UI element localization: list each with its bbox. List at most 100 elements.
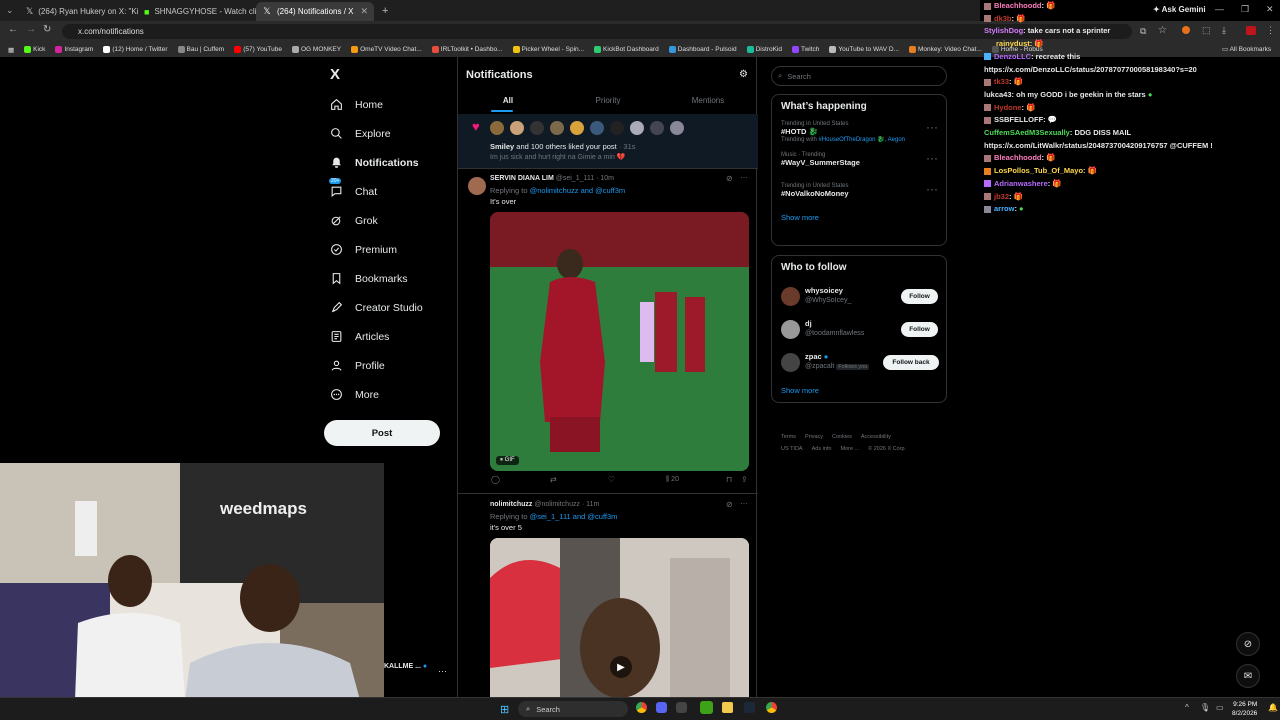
nav-notifications[interactable]: Notifications [320, 148, 457, 177]
tweet[interactable]: SERVIN DIANA LIM @sei_1_111 · 10m ⊘ ··· … [458, 169, 758, 494]
follow-suggestion[interactable]: zpac ● @zpacalt Follows you Follow back [781, 351, 941, 377]
new-tab-icon[interactable]: + [374, 5, 396, 17]
footer-link[interactable]: Terms [781, 434, 796, 440]
follow-suggestion[interactable]: whysoicey @WhySoIcey_ Follow [781, 285, 941, 311]
bookmark-item[interactable]: Kick [24, 46, 45, 53]
browser-tab-1[interactable]: 𝕏(264) Ryan Hukery on X: "Kick "✕ [20, 2, 138, 21]
bookmark-item[interactable]: Picker Wheel - Spin... [512, 46, 584, 53]
trend-item[interactable]: Trending in United States #HOTD 🐉 Trendi… [772, 118, 946, 149]
trend-extra-link[interactable]: #HouseOfTheDragon 🐉, Aegon [818, 137, 905, 143]
repost-icon[interactable]: ⇄ [550, 475, 557, 484]
file-explorer-icon[interactable] [722, 702, 733, 713]
avatar[interactable] [781, 320, 800, 339]
trend-item[interactable]: Music · Trending #WayV_SummerStage ··· [772, 149, 946, 180]
bookmark-item[interactable]: Monkey: Video Chat... [908, 46, 982, 53]
nav-profile[interactable]: Profile [320, 351, 457, 380]
trend-more-icon[interactable]: ··· [926, 120, 938, 134]
clock[interactable]: 9:26 PM 8/2/2026 [1232, 700, 1257, 718]
tab-mentions[interactable]: Mentions [658, 94, 758, 114]
nav-grok[interactable]: Grok [320, 206, 457, 235]
app-icon[interactable] [676, 702, 687, 713]
post-button[interactable]: Post [324, 420, 440, 446]
nav-more[interactable]: More [320, 380, 457, 409]
avatar[interactable] [530, 121, 544, 135]
bookmark-item[interactable]: DistroKid [746, 46, 782, 53]
nav-bookmarks[interactable]: Bookmarks [320, 264, 457, 293]
replying-to[interactable]: @nolimitchuzz and @cuff3m [530, 186, 626, 195]
more-icon[interactable]: ··· [740, 173, 748, 182]
back-icon[interactable]: ← [8, 24, 18, 35]
reload-icon[interactable]: ↻ [43, 24, 51, 35]
app-icon[interactable] [700, 701, 713, 714]
browser-tab-2[interactable]: ■SHNAGGYHOSE - Watch clips o✕ [138, 2, 256, 21]
tray-chevron-icon[interactable]: ^ [1185, 703, 1189, 712]
steam-icon[interactable] [744, 702, 755, 713]
nav-creator-studio[interactable]: Creator Studio [320, 293, 457, 322]
footer-link[interactable]: Ads info [812, 446, 832, 452]
chrome-icon[interactable] [766, 702, 777, 713]
tab-list-icon[interactable]: ⌄ [0, 5, 20, 16]
bookmark-item[interactable]: YouTube to WAV D... [829, 46, 899, 53]
tweet[interactable]: nolimitchuzz @nolimitchuzz · 11m ⊘ ··· R… [458, 495, 758, 708]
avatar[interactable] [670, 121, 684, 135]
avatar[interactable] [550, 121, 564, 135]
bookmark-item[interactable]: Twitch [791, 46, 819, 53]
grok-float-icon[interactable]: ⊘ [1236, 632, 1260, 656]
notifications-icon[interactable]: 🔔 [1268, 703, 1278, 712]
avatar[interactable] [650, 121, 664, 135]
apps-icon[interactable]: ▦ [8, 46, 14, 54]
trend-item[interactable]: Trending in United States #NoValkoNoMone… [772, 180, 946, 211]
avatar[interactable] [570, 121, 584, 135]
avatar[interactable] [490, 121, 504, 135]
reply-icon[interactable]: ◯ [491, 475, 500, 484]
discord-icon[interactable] [656, 702, 667, 713]
chrome-icon[interactable] [636, 702, 647, 713]
messages-float-icon[interactable]: ✉ [1236, 664, 1260, 688]
bookmark-item[interactable]: Bau | Cuffem [177, 46, 224, 53]
footer-link[interactable]: Cookies [832, 434, 852, 440]
views-count[interactable]: ⫼ 20 [666, 476, 679, 484]
bookmark-item[interactable]: OmeTV Video Chat... [351, 46, 422, 53]
tweet-author[interactable]: SERVIN DIANA LIM [490, 175, 554, 182]
replying-to[interactable]: @sei_1_111 and @cuff3m [530, 512, 618, 521]
avatar[interactable] [590, 121, 604, 135]
follow-button[interactable]: Follow [901, 322, 938, 337]
grok-icon[interactable]: ⊘ [726, 174, 733, 183]
browser-tab-3[interactable]: 𝕏 (264) Notifications / X ✕ [256, 2, 374, 21]
like-icon[interactable]: ♡ [608, 475, 615, 484]
show-more-link[interactable]: Show more [772, 211, 946, 224]
footer-link[interactable]: More ... [840, 446, 859, 452]
bookmark-icon[interactable]: ⊓ [726, 475, 732, 484]
share-icon[interactable]: ⇪ [741, 475, 748, 484]
nav-articles[interactable]: Articles [320, 322, 457, 351]
avatar[interactable] [610, 121, 624, 135]
avatar[interactable] [510, 121, 524, 135]
tweet-video[interactable]: ▶ [490, 538, 749, 708]
forward-icon[interactable]: → [26, 24, 36, 35]
avatar[interactable] [781, 287, 800, 306]
footer-link[interactable]: Privacy [805, 434, 823, 440]
follow-button[interactable]: Follow [901, 289, 938, 304]
trend-more-icon[interactable]: ··· [926, 182, 938, 196]
bookmark-item[interactable]: (12) Home / Twitter [103, 46, 168, 53]
search-input[interactable]: ⌕ Search [771, 66, 947, 86]
footer-link[interactable]: US TIDA [781, 446, 803, 452]
windows-start-icon[interactable]: ⊞ [500, 703, 509, 716]
bookmark-item[interactable]: Dashboard - Pulsoid [668, 46, 737, 53]
microphone-icon[interactable]: 🎙 [1200, 703, 1210, 712]
avatar[interactable] [630, 121, 644, 135]
account-more-icon[interactable]: ··· [438, 666, 447, 676]
tweet-author[interactable]: nolimitchuzz [490, 501, 532, 508]
more-icon[interactable]: ··· [740, 499, 748, 508]
bookmark-item[interactable]: IRLToolkit • Dashbo... [431, 46, 503, 53]
settings-gear-icon[interactable]: ⚙ [739, 69, 748, 80]
bookmark-item[interactable]: OG MONKEY [292, 46, 341, 53]
show-more-link[interactable]: Show more [781, 386, 819, 395]
tweet-gif[interactable]: ⏸ GIF [490, 212, 749, 471]
trend-more-icon[interactable]: ··· [926, 151, 938, 165]
nav-home[interactable]: Home [320, 90, 457, 119]
account-name[interactable]: KALLME ... ● [384, 663, 427, 670]
grok-icon[interactable]: ⊘ [726, 500, 733, 509]
follow-back-button[interactable]: Follow back [883, 355, 939, 370]
avatar[interactable] [781, 353, 800, 372]
